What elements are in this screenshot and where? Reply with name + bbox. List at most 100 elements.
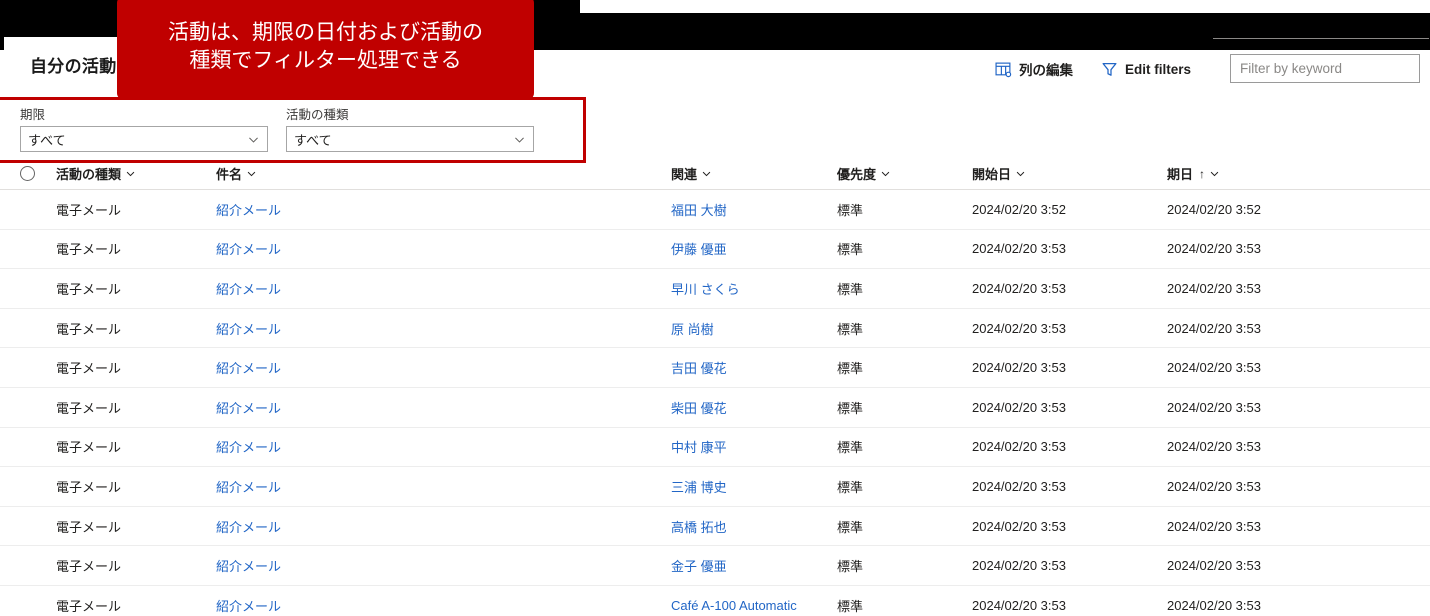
cell-subject-link[interactable]: 紹介メール bbox=[216, 517, 671, 536]
table-row[interactable]: 電子メール 紹介メール原 尚樹 標準 2024/02/20 3:53 2024/02/2… bbox=[0, 309, 1430, 349]
sort-ascending-icon: ↑ bbox=[1199, 166, 1206, 181]
cell-related-link[interactable]: 早川 さくら bbox=[671, 279, 837, 298]
table-row[interactable]: 電子メール 紹介メール Café A-100 Automatic 標準 2024/02/… bbox=[0, 586, 1430, 616]
cell-activity-type: 電子メール bbox=[56, 202, 122, 218]
cell-activity-type: 電子メール bbox=[56, 321, 122, 337]
chevron-down-icon bbox=[881, 171, 890, 177]
cell-related-link[interactable]: 福田 大樹 bbox=[671, 200, 837, 219]
table-row[interactable]: 電子メール 紹介メール 柴田 優花 標準 2024/02/20 3:53 2024/02/… bbox=[0, 388, 1430, 428]
column-header-due-date[interactable]: 期日 ↑ bbox=[1167, 164, 1427, 183]
chevron-down-icon bbox=[1210, 171, 1219, 177]
annotation-callout: 活動は、期限の日付および活動の 種類でフィルター処理できる bbox=[117, 0, 534, 100]
window-chrome-edge bbox=[0, 37, 4, 50]
filter-activity-type-label: 活動の種類 bbox=[286, 108, 349, 122]
cell-start-date: 2024/02/20 3:53 bbox=[972, 320, 1066, 336]
grid-body: 電子メール 紹介メール 福田 大樹 標準 2024/02/20 3:52 2024/02/… bbox=[0, 190, 1430, 616]
chevron-down-icon bbox=[515, 137, 524, 143]
column-header-related[interactable]: 関連 bbox=[671, 164, 837, 183]
search-box[interactable] bbox=[1230, 54, 1420, 83]
chevron-down-icon bbox=[249, 137, 258, 143]
cell-activity-type: 電子メール bbox=[56, 440, 122, 456]
cell-start-date: 2024/02/20 3:53 bbox=[972, 478, 1066, 494]
edit-columns-label: 列の編集 bbox=[1019, 63, 1073, 78]
cell-due-date: 2024/02/20 3:53 bbox=[1167, 399, 1261, 415]
cell-start-date: 2024/02/20 3:52 bbox=[972, 201, 1066, 217]
table-row[interactable]: 電子メール 紹介メール 早川 さくら 標準 2024/02/20 3:53 2024/02… bbox=[0, 269, 1430, 309]
cell-priority: 標準 bbox=[837, 321, 864, 337]
app-root: 自分の活動 列の編集 Edit filters 期限 す bbox=[0, 0, 1430, 616]
cell-start-date: 2024/02/20 3:53 bbox=[972, 597, 1066, 613]
cell-priority: 標準 bbox=[837, 598, 864, 614]
table-row[interactable]: 電子メール 紹介メール 伊藤 優亜 標準 2024/02/20 3:53 2024/02/… bbox=[0, 230, 1430, 270]
cell-related-link[interactable]: 中村 康平 bbox=[671, 437, 837, 456]
cell-activity-type: 電子メール bbox=[56, 361, 122, 377]
table-row[interactable]: 電子メール 紹介メール 三浦 博史 標準 2024/02/20 3:53 2024/02/… bbox=[0, 467, 1430, 507]
chevron-down-icon bbox=[702, 171, 711, 177]
table-row[interactable]: 電子メール 紹介メール 中村 康平 標準 2024/02/20 3:53 2024/02/… bbox=[0, 428, 1430, 468]
cell-related-link[interactable]: 原 尚樹 bbox=[671, 319, 837, 338]
cell-subject-link[interactable]: 紹介メール bbox=[216, 437, 671, 456]
cell-subject-link[interactable]: 紹介メール bbox=[216, 398, 671, 417]
edit-filters-button[interactable]: Edit filters bbox=[1101, 61, 1191, 78]
search-divider bbox=[1213, 38, 1429, 39]
cell-activity-type: 電子メール bbox=[56, 559, 122, 575]
filter-due-label: 期限 bbox=[20, 108, 46, 122]
cell-activity-type: 電子メール bbox=[56, 519, 122, 535]
filter-activity-type-value: すべて bbox=[294, 132, 332, 148]
cell-subject-link[interactable]: 紹介メール bbox=[216, 596, 671, 615]
filter-strip: 期限 すべて 活動の種類 すべて bbox=[0, 97, 586, 163]
funnel-icon bbox=[1102, 62, 1117, 76]
cell-start-date: 2024/02/20 3:53 bbox=[972, 399, 1066, 415]
table-row[interactable]: 電子メール 紹介メール 吉田 優花 標準 2024/02/20 3:53 2024/02/… bbox=[0, 348, 1430, 388]
cell-related-link[interactable]: Café A-100 Automatic bbox=[671, 598, 837, 613]
cell-priority: 標準 bbox=[837, 479, 864, 495]
table-row[interactable]: 電子メール 紹介メール 高橋 拓也 標準 2024/02/20 3:53 2024/02/… bbox=[0, 507, 1430, 547]
cell-priority: 標準 bbox=[837, 281, 864, 297]
cell-due-date: 2024/02/20 3:53 bbox=[1167, 478, 1261, 494]
cell-due-date: 2024/02/20 3:52 bbox=[1167, 201, 1261, 217]
table-row[interactable]: 電子メール 紹介メール 福田 大樹 標準 2024/02/20 3:52 2024/02/… bbox=[0, 190, 1430, 230]
column-header-activity-type[interactable]: 活動の種類 bbox=[56, 164, 216, 183]
cell-priority: 標準 bbox=[837, 400, 864, 416]
filter-activity-type-select[interactable]: すべて bbox=[286, 126, 534, 152]
filter-due-select[interactable]: すべて bbox=[20, 126, 268, 152]
column-header-label: 関連 bbox=[671, 167, 698, 182]
table-row[interactable]: 電子メール 紹介メール 金子 優亜 標準 2024/02/20 3:53 2024/02/… bbox=[0, 546, 1430, 586]
cell-priority: 標準 bbox=[837, 202, 864, 218]
cell-start-date: 2024/02/20 3:53 bbox=[972, 518, 1066, 534]
column-header-label: 優先度 bbox=[837, 167, 877, 182]
cell-subject-link[interactable]: 紹介メール bbox=[216, 477, 671, 496]
cell-related-link[interactable]: 柴田 優花 bbox=[671, 398, 837, 417]
cell-subject-link[interactable]: 紹介メール bbox=[216, 556, 671, 575]
cell-due-date: 2024/02/20 3:53 bbox=[1167, 558, 1261, 574]
cell-subject-link[interactable]: 紹介メール bbox=[216, 319, 671, 338]
cell-subject-link[interactable]: 紹介メール bbox=[216, 239, 671, 258]
cell-related-link[interactable]: 伊藤 優亜 bbox=[671, 239, 837, 258]
search-input[interactable] bbox=[1231, 55, 1419, 82]
column-header-subject[interactable]: 件名 bbox=[216, 164, 671, 183]
cell-activity-type: 電子メール bbox=[56, 400, 122, 416]
filter-due-value: すべて bbox=[28, 132, 66, 148]
cell-due-date: 2024/02/20 3:53 bbox=[1167, 280, 1261, 296]
cell-related-link[interactable]: 金子 優亜 bbox=[671, 556, 837, 575]
cell-start-date: 2024/02/20 3:53 bbox=[972, 439, 1066, 455]
chevron-down-icon bbox=[1016, 171, 1025, 177]
cell-subject-link[interactable]: 紹介メール bbox=[216, 200, 671, 219]
activities-grid: 活動の種類 件名 関連 優先度 開始日 期日 ↑ 電子メール 紹介メール 福田 … bbox=[0, 158, 1430, 616]
column-header-priority[interactable]: 優先度 bbox=[837, 164, 972, 183]
filter-due-group: 期限 すべて bbox=[20, 104, 268, 152]
cell-due-date: 2024/02/20 3:53 bbox=[1167, 597, 1261, 613]
select-all-cell[interactable] bbox=[0, 166, 56, 181]
cell-activity-type: 電子メール bbox=[56, 479, 122, 495]
edit-columns-button[interactable]: 列の編集 bbox=[995, 59, 1073, 79]
filter-activity-type-group: 活動の種類 すべて bbox=[286, 104, 534, 152]
cell-subject-link[interactable]: 紹介メール bbox=[216, 358, 671, 377]
column-header-start-date[interactable]: 開始日 bbox=[972, 164, 1167, 183]
select-all-circle-icon[interactable] bbox=[20, 166, 35, 181]
cell-due-date: 2024/02/20 3:53 bbox=[1167, 518, 1261, 534]
cell-related-link[interactable]: 吉田 優花 bbox=[671, 358, 837, 377]
cell-subject-link[interactable]: 紹介メール bbox=[216, 279, 671, 298]
cell-related-link[interactable]: 三浦 博史 bbox=[671, 477, 837, 496]
annotation-callout-text: 活動は、期限の日付および活動の 種類でフィルター処理できる bbox=[168, 19, 483, 72]
cell-related-link[interactable]: 高橋 拓也 bbox=[671, 517, 837, 536]
